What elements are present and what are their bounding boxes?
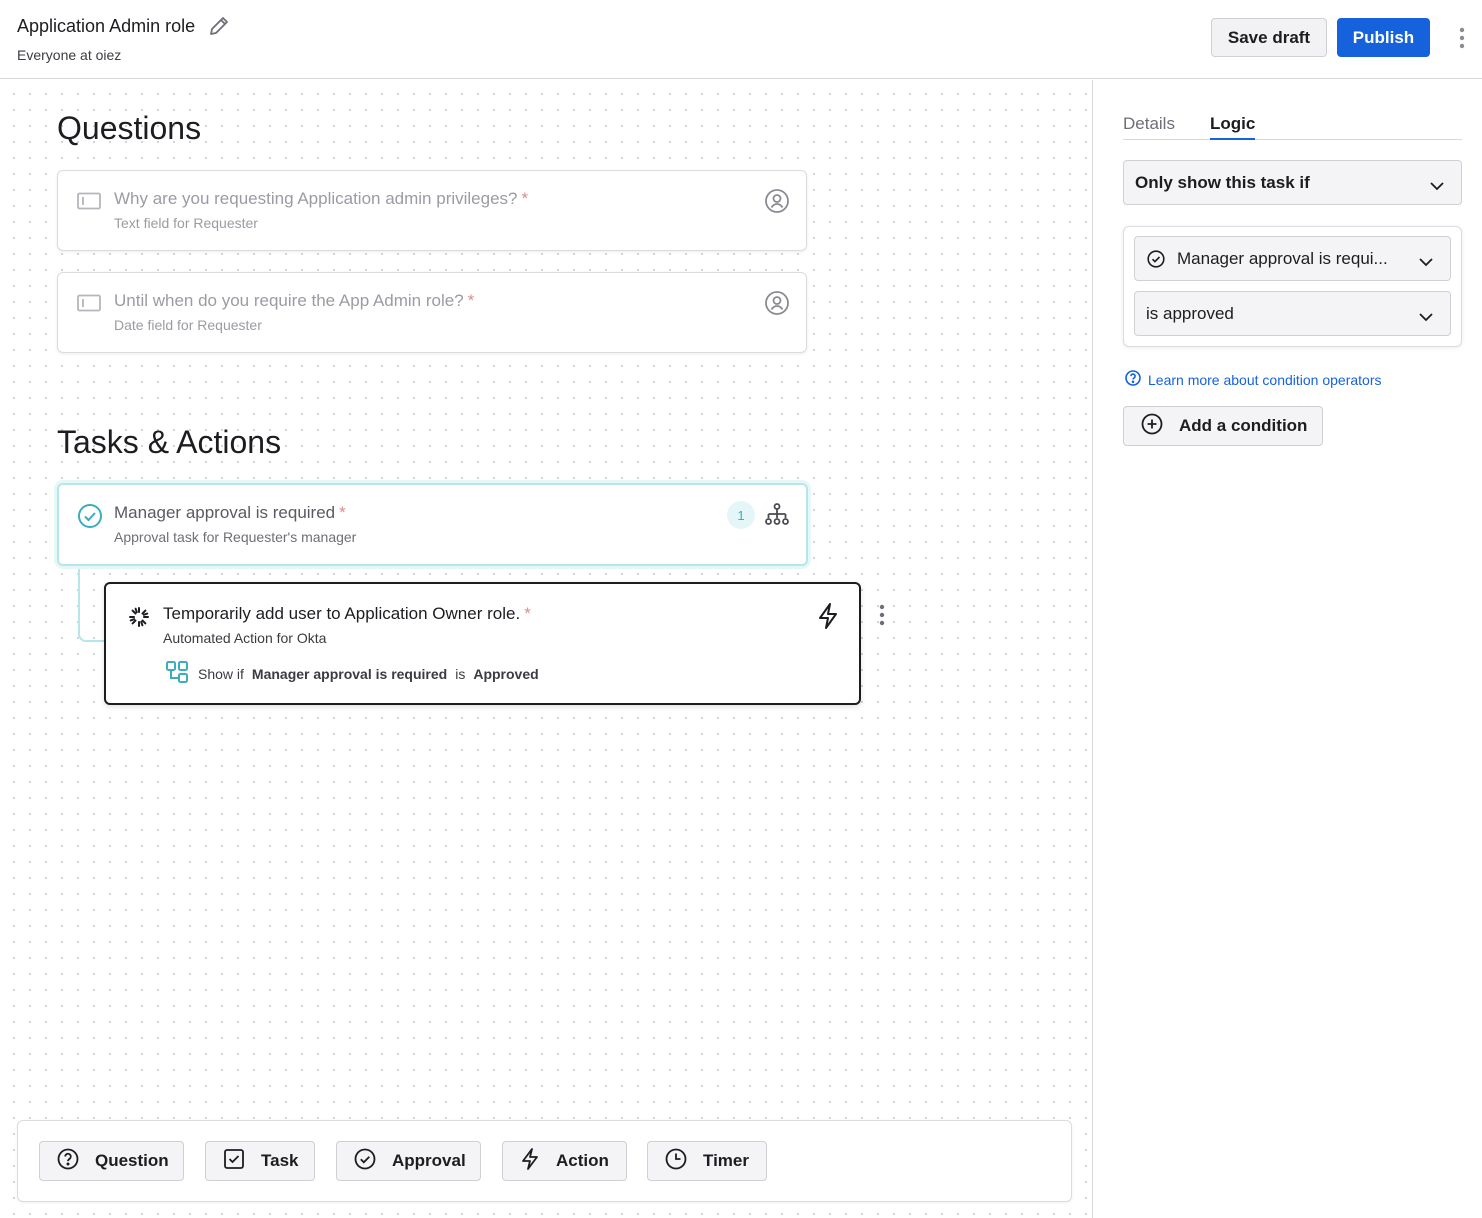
lightning-icon bbox=[816, 602, 840, 635]
add-question-button[interactable]: Question bbox=[39, 1141, 184, 1181]
chevron-down-icon bbox=[1429, 177, 1445, 197]
check-circle-icon bbox=[1147, 249, 1165, 268]
visibility-rule-value: Only show this task if bbox=[1135, 172, 1310, 192]
chevron-down-icon bbox=[1418, 308, 1434, 328]
condition-prefix: Show if bbox=[198, 665, 244, 682]
learn-more-link[interactable]: Learn more about condition operators bbox=[1125, 370, 1381, 389]
condition-subject-select[interactable]: Manager approval is requi... bbox=[1134, 236, 1451, 281]
pencil-icon[interactable] bbox=[207, 14, 231, 38]
check-circle-icon bbox=[354, 1148, 376, 1175]
text-field-icon bbox=[77, 294, 101, 317]
add-action-label: Action bbox=[556, 1151, 609, 1170]
question-card[interactable]: Until when do you require the App Admin … bbox=[57, 272, 807, 353]
question-card[interactable]: Why are you requesting Application admin… bbox=[57, 170, 807, 251]
question-subtitle: Date field for Requester bbox=[114, 317, 262, 333]
action-task-title: Temporarily add user to Application Owne… bbox=[163, 604, 521, 623]
condition-operator: is bbox=[455, 665, 466, 682]
question-title: Until when do you require the App Admin … bbox=[114, 291, 464, 310]
chevron-down-icon bbox=[1418, 253, 1434, 273]
condition-group: Manager approval is requi... is approved bbox=[1123, 226, 1462, 347]
user-circle-icon bbox=[764, 188, 790, 219]
save-draft-button[interactable]: Save draft bbox=[1211, 18, 1327, 57]
questions-heading: Questions bbox=[57, 110, 202, 146]
help-circle-icon bbox=[1125, 370, 1141, 389]
condition-operator-value: is approved bbox=[1146, 303, 1234, 323]
text-field-icon bbox=[77, 192, 101, 215]
add-approval-button[interactable]: Approval bbox=[336, 1141, 481, 1181]
okta-logo-icon bbox=[128, 606, 150, 633]
tab-logic[interactable]: Logic bbox=[1210, 114, 1256, 140]
add-question-label: Question bbox=[95, 1151, 169, 1170]
more-options-icon[interactable] bbox=[1455, 26, 1469, 50]
help-circle-icon bbox=[57, 1148, 79, 1175]
lightning-icon bbox=[520, 1147, 540, 1176]
add-task-label: Task bbox=[261, 1151, 299, 1170]
user-circle-icon bbox=[764, 290, 790, 321]
publish-button[interactable]: Publish bbox=[1337, 18, 1430, 57]
question-subtitle: Text field for Requester bbox=[114, 215, 258, 231]
visibility-condition: Show if Manager approval is required is … bbox=[164, 659, 539, 688]
condition-subject: Manager approval is required bbox=[251, 665, 448, 682]
condition-subject-value: Manager approval is requi... bbox=[1177, 248, 1388, 268]
approval-task-title: Manager approval is required bbox=[114, 503, 336, 522]
approval-task-card[interactable]: Manager approval is required * Approval t… bbox=[57, 483, 808, 566]
page-subtitle: Everyone at oiez bbox=[17, 47, 122, 63]
learn-more-label: Learn more about condition operators bbox=[1148, 371, 1382, 388]
add-condition-label: Add a condition bbox=[1179, 416, 1308, 435]
panel-divider bbox=[1092, 80, 1093, 1218]
required-marker: * bbox=[521, 189, 529, 208]
add-action-button[interactable]: Action bbox=[502, 1141, 627, 1181]
panel-tabs: Details Logic bbox=[1123, 112, 1462, 140]
add-step-toolbar: Question Task Approval Action Timer bbox=[17, 1120, 1072, 1202]
approval-task-subtitle: Approval task for Requester's manager bbox=[114, 529, 357, 545]
title-block: Application Admin role Everyone at oiez bbox=[17, 14, 231, 63]
required-marker: * bbox=[524, 604, 531, 623]
add-condition-button[interactable]: Add a condition bbox=[1123, 406, 1323, 446]
condition-value: Approved bbox=[473, 665, 539, 682]
checkbox-icon bbox=[223, 1148, 245, 1175]
required-marker: * bbox=[467, 291, 475, 310]
plus-circle-icon bbox=[1141, 413, 1163, 440]
org-chart-icon[interactable] bbox=[764, 502, 790, 533]
required-marker: * bbox=[339, 503, 346, 522]
check-circle-icon bbox=[77, 503, 103, 534]
add-task-button[interactable]: Task bbox=[205, 1141, 315, 1181]
header: Application Admin role Everyone at oiez … bbox=[0, 0, 1482, 79]
clock-icon bbox=[665, 1148, 687, 1175]
action-task-subtitle: Automated Action for Okta bbox=[163, 630, 327, 646]
question-title: Why are you requesting Application admin… bbox=[114, 189, 518, 208]
task-connector bbox=[78, 566, 106, 642]
condition-operator-select[interactable]: is approved bbox=[1134, 291, 1451, 336]
tasks-heading: Tasks & Actions bbox=[57, 424, 282, 460]
page-title: Application Admin role bbox=[17, 15, 196, 36]
add-timer-button[interactable]: Timer bbox=[647, 1141, 767, 1181]
branch-icon bbox=[164, 659, 190, 688]
card-more-options-icon[interactable] bbox=[875, 603, 889, 632]
add-approval-label: Approval bbox=[392, 1151, 466, 1170]
tab-details[interactable]: Details bbox=[1123, 114, 1175, 134]
dependent-count-badge: 1 bbox=[727, 501, 755, 529]
visibility-rule-select[interactable]: Only show this task if bbox=[1123, 160, 1462, 205]
add-timer-label: Timer bbox=[703, 1151, 749, 1170]
